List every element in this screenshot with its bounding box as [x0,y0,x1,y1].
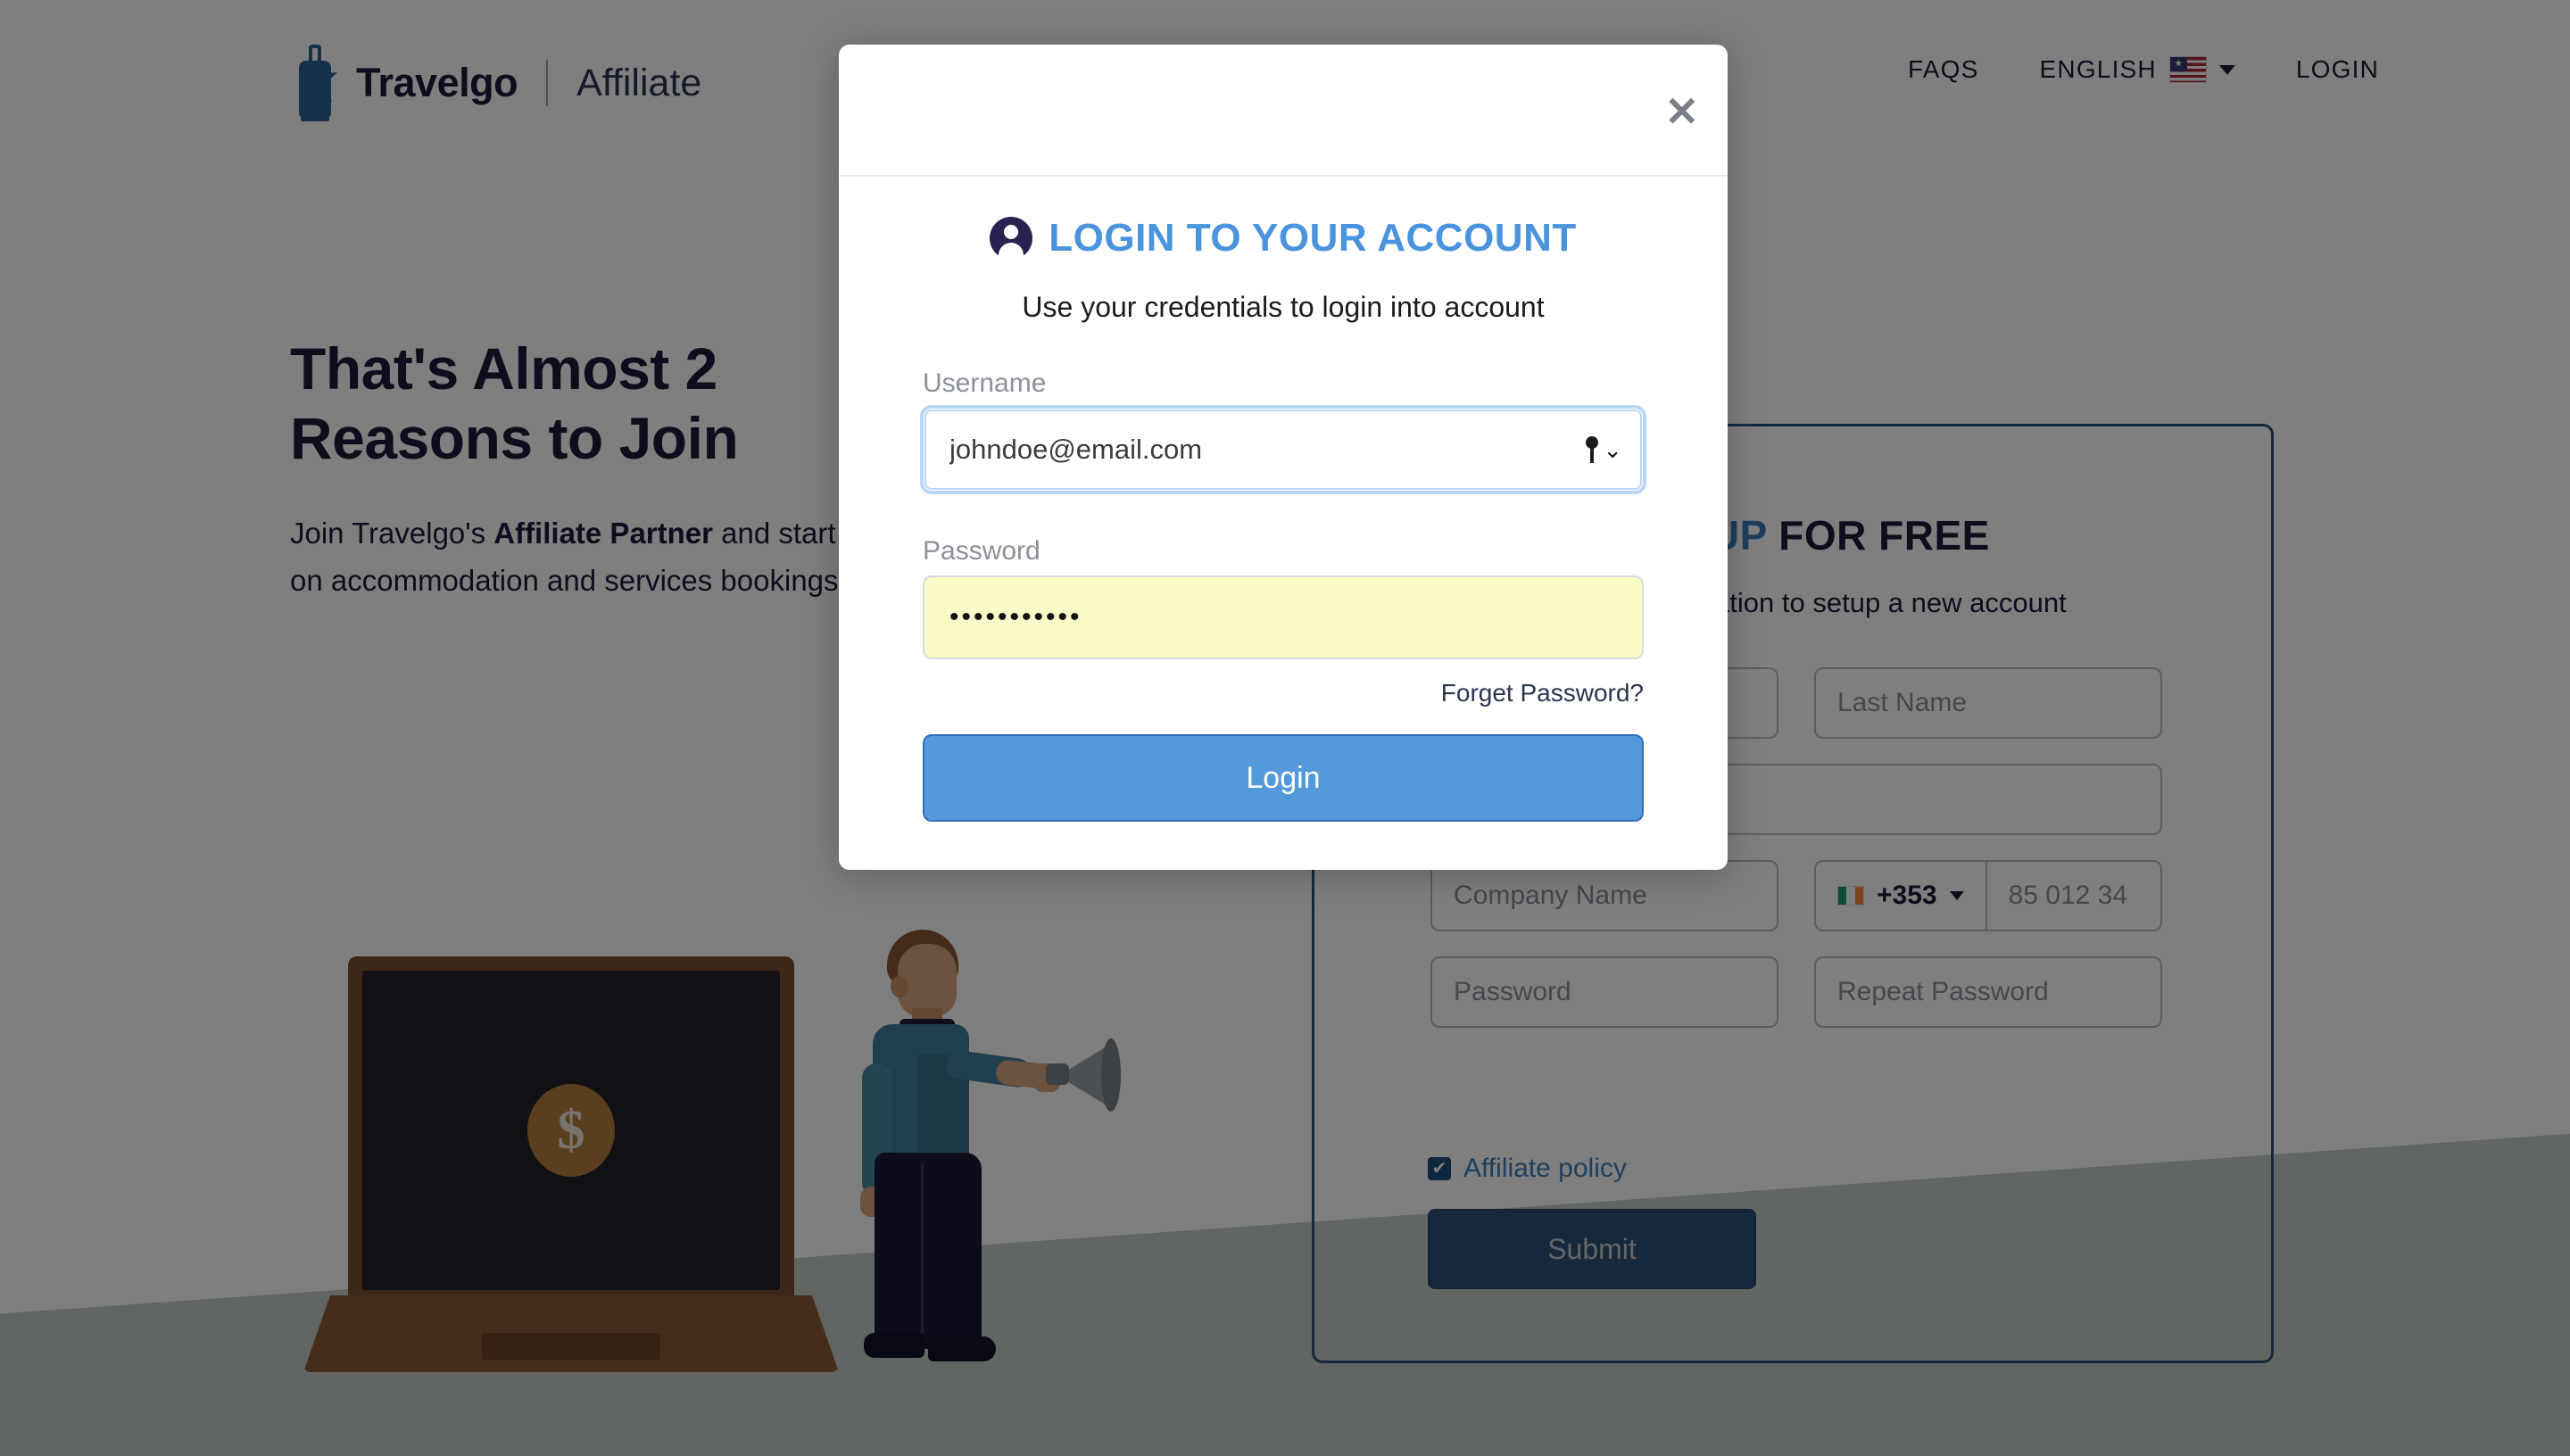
username-autofill-adornment[interactable]: ⌄ [1585,436,1622,463]
username-input[interactable] [920,405,1646,494]
forget-password-link[interactable]: Forget Password? [923,679,1644,707]
key-icon [1585,436,1599,463]
modal-title-row: LOGIN TO YOUR ACCOUNT [923,216,1644,261]
modal-body: LOGIN TO YOUR ACCOUNT Use your credentia… [839,177,1728,822]
modal-subtitle: Use your credentials to login into accou… [1022,291,1545,323]
username-label: Username [923,368,1047,398]
chevron-down-icon[interactable]: ⌄ [1603,438,1622,461]
modal-title: LOGIN TO YOUR ACCOUNT [1049,216,1577,260]
password-label: Password [923,536,1040,566]
close-icon[interactable]: ✕ [1664,91,1699,132]
modal-header: ✕ [839,45,1728,177]
login-modal: ✕ LOGIN TO YOUR ACCOUNT Use your credent… [839,45,1728,870]
username-input-shell: ⌄ [920,405,1646,494]
login-button[interactable]: Login [923,734,1644,822]
password-input[interactable] [923,575,1644,659]
user-circle-icon [990,217,1033,260]
